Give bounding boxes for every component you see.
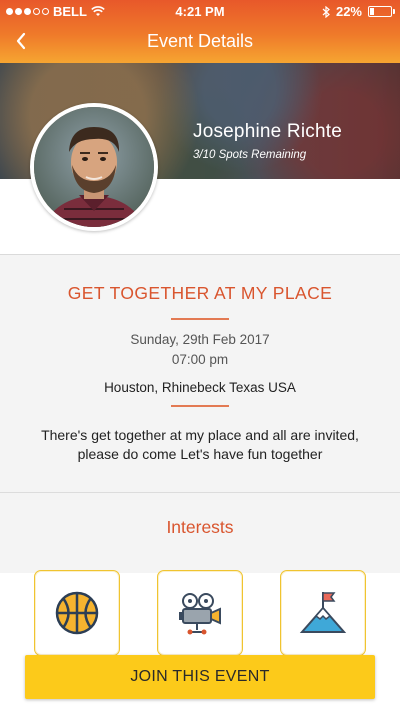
- spots-remaining: 3/10 Spots Remaining: [193, 149, 307, 161]
- app-header: BELL 4:21 PM 22% Event Details: [0, 0, 400, 63]
- mountain-flag-icon: [299, 592, 347, 633]
- page-title: Event Details: [146, 31, 254, 51]
- bluetooth-icon: [322, 5, 330, 18]
- film-camera-icon: [179, 593, 221, 635]
- interests-heading: Interests: [166, 517, 234, 537]
- event-location: Houston, Rhinebeck Texas USA: [104, 380, 296, 395]
- host-avatar-image: [34, 107, 154, 227]
- interest-tile-film[interactable]: [157, 570, 243, 656]
- location-divider: [171, 405, 229, 407]
- status-right: 22%: [322, 4, 395, 19]
- title-divider: [171, 318, 229, 320]
- battery-icon: [368, 6, 395, 17]
- event-title: GET TOGETHER AT MY PLACE: [67, 283, 333, 303]
- section-divider: [0, 492, 400, 493]
- battery-percent: 22%: [335, 4, 362, 19]
- event-date: Sunday, 29th Feb 2017: [130, 332, 270, 347]
- basketball-icon: [55, 591, 99, 635]
- interest-tile-basketball[interactable]: [34, 570, 120, 656]
- avatar[interactable]: [30, 103, 158, 231]
- host-name: Josephine Richte: [193, 121, 342, 142]
- event-time: 07:00 pm: [171, 352, 229, 367]
- join-event-button[interactable]: JOIN THIS EVENT: [25, 655, 375, 699]
- event-description: There's get together at my place and all…: [41, 427, 359, 462]
- status-bar: BELL 4:21 PM 22%: [0, 0, 400, 22]
- interest-tile-mountain[interactable]: [280, 570, 366, 656]
- event-details-panel: GET TOGETHER AT MY PLACE Sunday, 29th Fe…: [0, 255, 400, 573]
- battery-fill: [370, 8, 374, 15]
- nav-bar: Event Details: [0, 22, 400, 63]
